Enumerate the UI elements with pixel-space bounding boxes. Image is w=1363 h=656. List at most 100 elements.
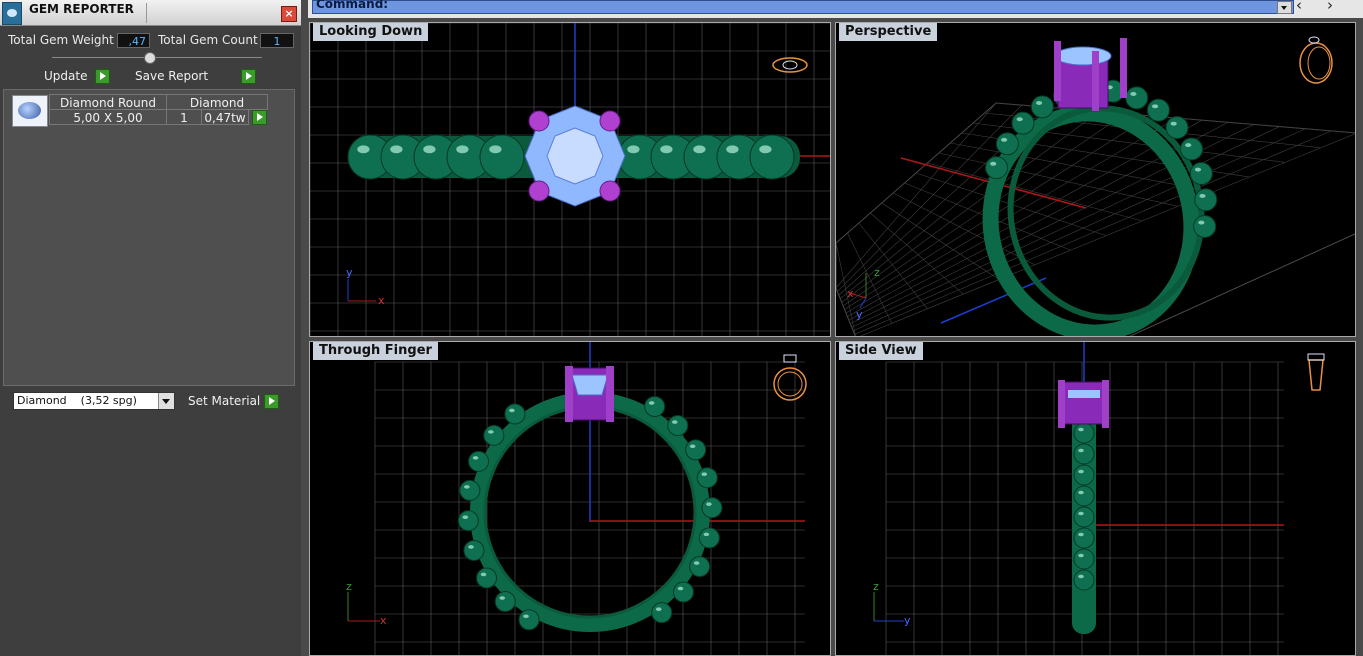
material-dropdown-value: Diamond (3,52 spg)	[17, 394, 137, 407]
band-bead	[1180, 137, 1204, 161]
viewport-perspective[interactable]: z x y Perspective	[835, 22, 1356, 337]
save-report-button-label: Save Report	[135, 69, 209, 83]
band-bead	[457, 510, 479, 532]
orientation-gizmo: y x	[346, 266, 385, 307]
close-icon[interactable]: ×	[281, 6, 297, 22]
total-gem-weight-value: ,47	[117, 33, 150, 48]
orientation-gizmo: z y	[873, 580, 911, 627]
viewport-label: Through Finger	[313, 342, 438, 360]
panel-slider-handle[interactable]	[144, 52, 156, 64]
band-bead	[1073, 506, 1095, 528]
band-bead	[459, 479, 481, 501]
total-gem-count-value: 1	[260, 33, 294, 48]
band-bead	[1073, 485, 1095, 507]
set-material-button-label: Set Material	[188, 394, 261, 408]
viewport-label: Side View	[839, 342, 923, 360]
prong	[528, 110, 550, 132]
total-gem-weight-label: Total Gem Weight	[8, 33, 114, 47]
band-bead	[494, 591, 516, 613]
play-icon	[264, 394, 279, 409]
band-bead	[1011, 111, 1035, 135]
viewport-label: Looking Down	[313, 23, 429, 41]
total-gem-count-label: Total Gem Count	[158, 33, 258, 47]
band-bead	[468, 450, 490, 472]
band-bead	[685, 439, 707, 461]
band-bead	[476, 567, 498, 589]
band-bead	[1073, 422, 1095, 444]
gem-material: Diamond	[166, 94, 268, 110]
ring-view-icon[interactable]	[1299, 36, 1333, 84]
band-bead	[483, 424, 505, 446]
axis-label: y	[346, 266, 353, 279]
play-icon	[95, 69, 110, 84]
band-bead	[1073, 443, 1095, 465]
viewport-through-finger[interactable]: z x Through Finger	[309, 341, 831, 656]
band-bead	[1194, 188, 1218, 212]
axis-label: x	[380, 614, 387, 627]
band-bead	[689, 556, 711, 578]
band-bead	[1073, 548, 1095, 570]
dropdown-icon[interactable]	[1277, 1, 1292, 14]
band-bead	[1193, 214, 1217, 238]
forward-arrow-icon[interactable]: ›	[1327, 0, 1333, 14]
command-label: Command:	[316, 0, 389, 11]
set-material-button[interactable]: Set Material	[188, 393, 279, 410]
axis-label: x	[378, 294, 385, 307]
title-divider	[146, 3, 147, 23]
viewport-label: Perspective	[839, 23, 938, 41]
band-bead	[667, 415, 689, 437]
band-bead	[672, 581, 694, 603]
center-setting	[1058, 380, 1109, 428]
band-bead	[1073, 464, 1095, 486]
stone-table	[546, 127, 604, 185]
band-bead	[1146, 98, 1170, 122]
band-bead	[463, 539, 485, 561]
axis-label: z	[874, 266, 880, 279]
band-bead	[1189, 162, 1213, 186]
gem-list: Diamond Round Diamond 5,00 X 5,00 1 0,47…	[3, 89, 295, 386]
save-report-button[interactable]: Save Report	[135, 68, 256, 85]
viewport-side-view[interactable]: z y Side View	[835, 341, 1356, 656]
band-bead	[518, 609, 540, 631]
side-view-scene: z y	[873, 342, 1325, 655]
band-bead	[701, 497, 723, 519]
band-bead	[1073, 527, 1095, 549]
axis-label: y	[904, 614, 911, 627]
band-bead	[644, 395, 666, 417]
band-bead	[749, 134, 795, 180]
looking-down-scene: y x	[310, 23, 830, 336]
dropdown-icon[interactable]	[158, 393, 174, 409]
band-bead	[985, 156, 1009, 180]
gem-thumbnail[interactable]	[12, 95, 48, 127]
panel-titlebar: GEM REPORTER ×	[0, 0, 301, 26]
prong	[528, 180, 550, 202]
band-bead	[1030, 95, 1054, 119]
gem-name: Diamond Round	[49, 94, 167, 110]
update-button-label: Update	[44, 69, 88, 83]
axis-label: x	[847, 287, 854, 300]
band-bead	[1165, 116, 1189, 140]
center-setting	[565, 366, 614, 422]
command-input[interactable]	[312, 0, 1294, 14]
viewport-looking-down[interactable]: y x Looking Down	[309, 22, 831, 337]
play-icon	[252, 110, 267, 125]
panel-slider-track	[52, 57, 262, 58]
panel-title: GEM REPORTER	[29, 2, 134, 16]
back-arrow-icon[interactable]: ‹	[1296, 0, 1302, 14]
material-dropdown[interactable]: Diamond (3,52 spg)	[13, 392, 175, 410]
update-button[interactable]: Update	[44, 68, 110, 85]
prong	[599, 110, 621, 132]
ring-view-icon[interactable]	[1307, 353, 1325, 391]
ring-view-icon[interactable]	[772, 57, 808, 73]
play-icon	[241, 69, 256, 84]
band-bead	[1125, 86, 1149, 110]
band-bead	[698, 527, 720, 549]
band-bead	[504, 403, 526, 425]
gem-row-go-button[interactable]	[251, 109, 267, 126]
gem-reporter-panel: GEM REPORTER × Total Gem Weight ,47 Tota…	[0, 0, 301, 656]
gem-count[interactable]: 1	[166, 109, 202, 125]
app-icon	[2, 2, 22, 25]
axis-label: y	[856, 308, 863, 321]
band-bead	[651, 602, 673, 624]
prong	[599, 180, 621, 202]
